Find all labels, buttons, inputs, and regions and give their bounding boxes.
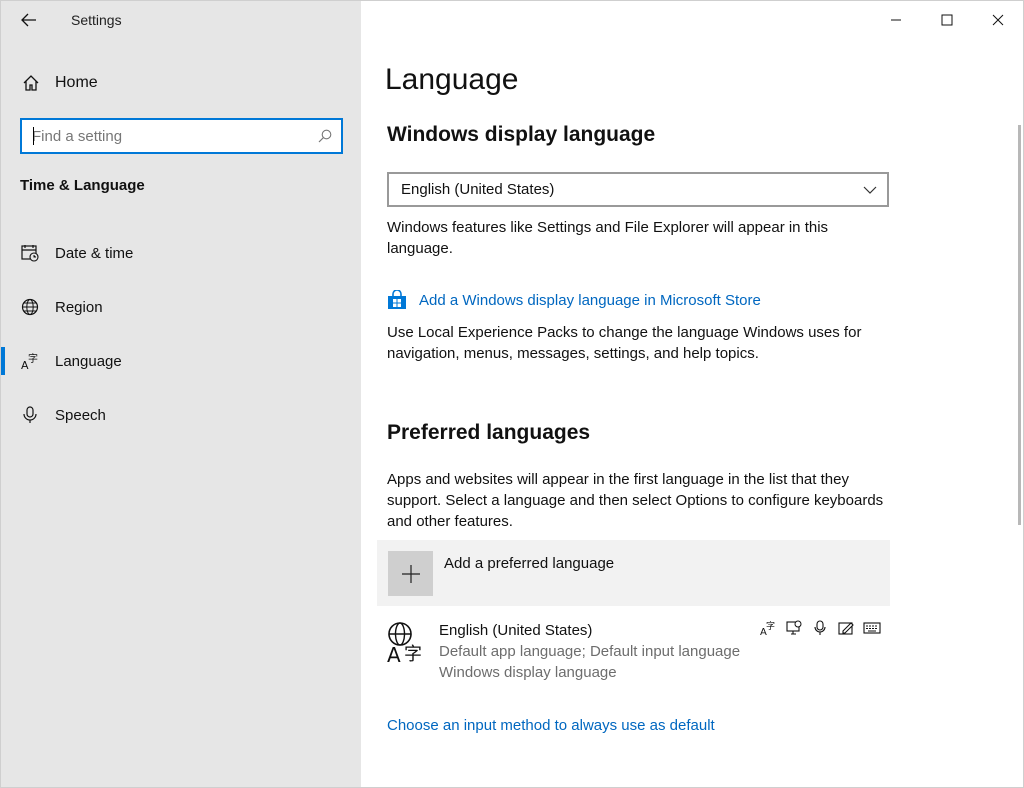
language-glyph-icon: A 字 <box>387 622 422 663</box>
maximize-icon <box>941 14 952 26</box>
maximize-button[interactable] <box>921 1 972 39</box>
store-icon <box>388 290 406 309</box>
display-icon <box>785 619 803 637</box>
preferred-languages-heading: Preferred languages <box>387 421 591 444</box>
language-list-item[interactable]: A 字 English (United States) Default app … <box>387 619 887 689</box>
minimize-icon <box>890 19 901 21</box>
sidebar-item-language[interactable]: A 字 Language <box>1 339 361 383</box>
microphone-icon <box>21 406 39 424</box>
dropdown-value: English (United States) <box>401 181 555 198</box>
handwriting-icon <box>837 619 855 637</box>
svg-text:A: A <box>387 643 401 663</box>
language-name: English (United States) <box>439 622 593 639</box>
keyboard-icon <box>863 619 881 637</box>
display-language-heading: Windows display language <box>387 123 656 146</box>
back-button[interactable] <box>1 1 57 39</box>
app-title: Settings <box>71 12 122 28</box>
microphone-icon <box>811 619 829 637</box>
minimize-button[interactable] <box>870 1 921 39</box>
search-input[interactable] <box>22 120 309 152</box>
language-feature-icons: A 字 <box>759 619 881 637</box>
language-icon: A 字 <box>21 352 39 370</box>
calendar-clock-icon <box>21 244 39 262</box>
globe-icon <box>21 298 39 316</box>
search-icon[interactable] <box>309 120 341 152</box>
page-title: Language <box>385 63 519 96</box>
nav-home[interactable]: Home <box>1 63 361 103</box>
sidebar-item-region[interactable]: Region <box>1 285 361 329</box>
main-pane: Language Windows display language Englis… <box>361 1 1023 787</box>
sidebar-item-label: Date & time <box>55 244 134 262</box>
svg-text:字: 字 <box>28 352 38 365</box>
nav-home-label: Home <box>55 74 98 91</box>
settings-window: Settings Home Time & Language <box>0 0 1024 788</box>
back-arrow-icon <box>21 13 36 27</box>
add-language-label: Add a preferred language <box>444 555 615 572</box>
text-caret <box>33 127 34 145</box>
language-pack-icon: A 字 <box>759 619 777 637</box>
plus-icon-box <box>388 551 433 596</box>
sidebar-item-label: Language <box>55 352 122 370</box>
store-link[interactable]: Add a Windows display language in Micros… <box>419 292 761 309</box>
sidebar-item-label: Speech <box>55 406 106 424</box>
close-icon <box>992 14 1003 26</box>
plus-icon <box>401 564 420 583</box>
chevron-down-icon <box>863 186 877 194</box>
sidebar-item-label: Region <box>55 298 103 316</box>
display-language-dropdown[interactable]: English (United States) <box>387 172 889 207</box>
store-link-row[interactable]: Add a Windows display language in Micros… <box>387 290 761 310</box>
window-controls <box>870 1 1023 39</box>
sidebar: Settings Home Time & Language <box>1 1 361 787</box>
close-button[interactable] <box>972 1 1023 39</box>
input-method-link[interactable]: Choose an input method to always use as … <box>387 717 715 734</box>
svg-text:字: 字 <box>404 644 422 663</box>
add-preferred-language-button[interactable]: Add a preferred language <box>377 540 890 606</box>
preferred-languages-description: Apps and websites will appear in the fir… <box>387 471 884 530</box>
title-bar: Settings <box>1 1 361 39</box>
language-defaults: Default app language; Default input lang… <box>439 643 741 660</box>
svg-text:字: 字 <box>766 620 775 632</box>
search-box[interactable] <box>20 118 343 154</box>
lxp-description: Use Local Experience Packs to change the… <box>387 324 862 362</box>
display-language-description: Windows features like Settings and File … <box>387 219 829 257</box>
scrollbar[interactable] <box>1018 125 1021 525</box>
section-title: Time & Language <box>20 177 145 194</box>
language-display-note: Windows display language <box>439 664 617 681</box>
sidebar-item-date-time[interactable]: Date & time <box>1 231 361 275</box>
sidebar-item-speech[interactable]: Speech <box>1 393 361 437</box>
home-icon <box>21 73 41 93</box>
